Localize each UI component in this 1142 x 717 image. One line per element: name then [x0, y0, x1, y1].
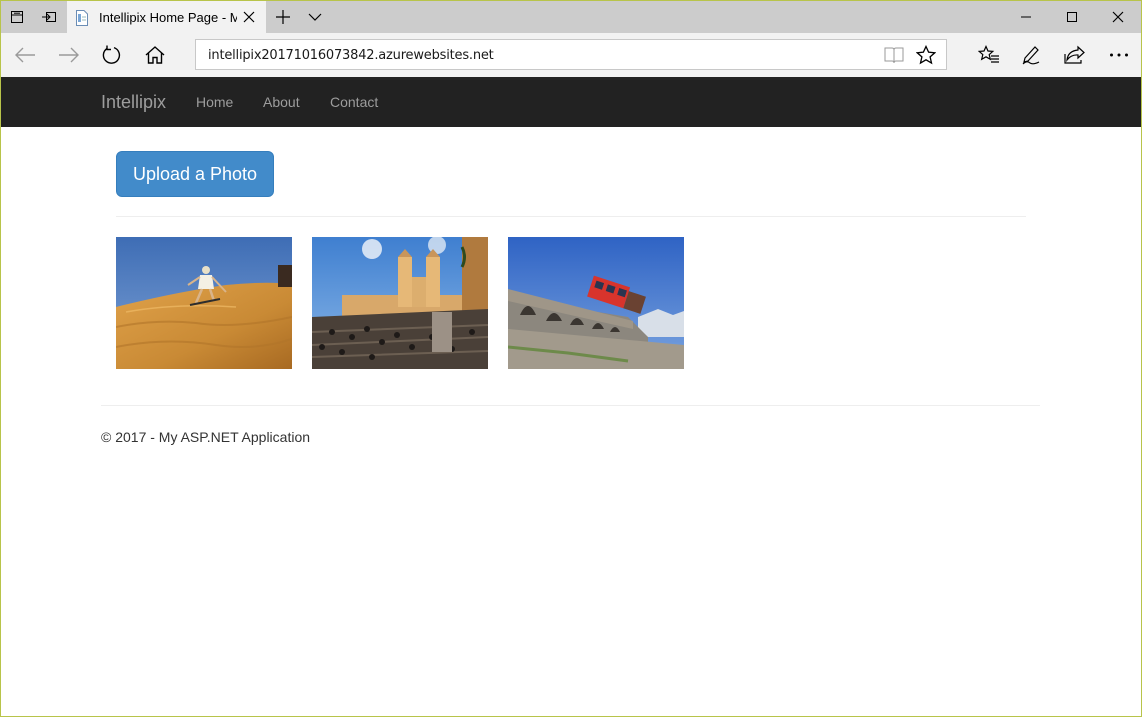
divider: [116, 216, 1026, 217]
title-bar: Intellipix Home Page - M: [1, 1, 1141, 33]
forward-icon[interactable]: [47, 33, 91, 77]
close-icon[interactable]: [241, 9, 257, 25]
brand-link[interactable]: Intellipix: [101, 92, 166, 113]
share-icon[interactable]: [1053, 33, 1097, 77]
tab-active[interactable]: Intellipix Home Page - M: [67, 1, 266, 33]
nav-about-link[interactable]: About: [263, 94, 300, 110]
photo-thumbnail-desert[interactable]: [116, 237, 292, 369]
site-navbar: Intellipix Home About Contact: [1, 77, 1141, 127]
web-note-icon[interactable]: [1009, 33, 1053, 77]
address-bar[interactable]: intellipix20171016073842.azurewebsites.n…: [195, 39, 947, 70]
footer-copyright: © 2017 - My ASP.NET Application: [101, 429, 311, 445]
tabs-preview-icon[interactable]: [33, 1, 65, 33]
browser-toolbar: intellipix20171016073842.azurewebsites.n…: [1, 33, 1141, 77]
favorites-hub-icon[interactable]: [967, 33, 1011, 77]
home-icon[interactable]: [133, 33, 177, 77]
upload-photo-button[interactable]: Upload a Photo: [116, 151, 274, 197]
favorite-star-icon[interactable]: [914, 44, 938, 66]
browser-window: Intellipix Home Page - M intellipix20171…: [0, 0, 1142, 717]
nav-home-link[interactable]: Home: [196, 94, 233, 110]
page-icon: [75, 10, 89, 31]
minimize-icon[interactable]: [1003, 1, 1049, 33]
new-tab-icon[interactable]: [267, 1, 299, 33]
tab-set-aside-icon[interactable]: [1, 1, 33, 33]
more-icon[interactable]: [1097, 33, 1141, 77]
refresh-icon[interactable]: [89, 33, 133, 77]
close-window-icon[interactable]: [1095, 1, 1141, 33]
chevron-down-icon[interactable]: [299, 1, 331, 33]
nav-contact-link[interactable]: Contact: [330, 94, 378, 110]
url-text: intellipix20171016073842.azurewebsites.n…: [208, 48, 494, 63]
back-icon[interactable]: [3, 33, 47, 77]
reading-view-icon[interactable]: [882, 44, 906, 66]
tab-title: Intellipix Home Page - M: [99, 10, 237, 25]
photo-thumbnail-train[interactable]: [508, 237, 684, 369]
photo-thumbnail-church[interactable]: [312, 237, 488, 369]
maximize-icon[interactable]: [1049, 1, 1095, 33]
footer-divider: [101, 405, 1040, 406]
